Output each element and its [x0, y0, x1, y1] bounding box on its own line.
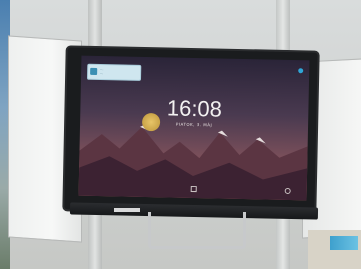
- home-icon[interactable]: [190, 185, 197, 193]
- settings-icon[interactable]: [284, 187, 291, 195]
- storage-boxes: [330, 236, 358, 250]
- notification-card[interactable]: ... ...: [86, 63, 142, 81]
- display-stand: [148, 212, 246, 249]
- display-screen[interactable]: ... ... 16:08 PIATOK, 3. MÁJ: [78, 55, 310, 201]
- classroom-scene: ... ... 16:08 PIATOK, 3. MÁJ: [0, 0, 361, 269]
- app-icon: [90, 67, 98, 75]
- cable: [114, 208, 140, 212]
- status-dot-icon[interactable]: [298, 68, 304, 74]
- notification-subtitle: ...: [100, 71, 104, 76]
